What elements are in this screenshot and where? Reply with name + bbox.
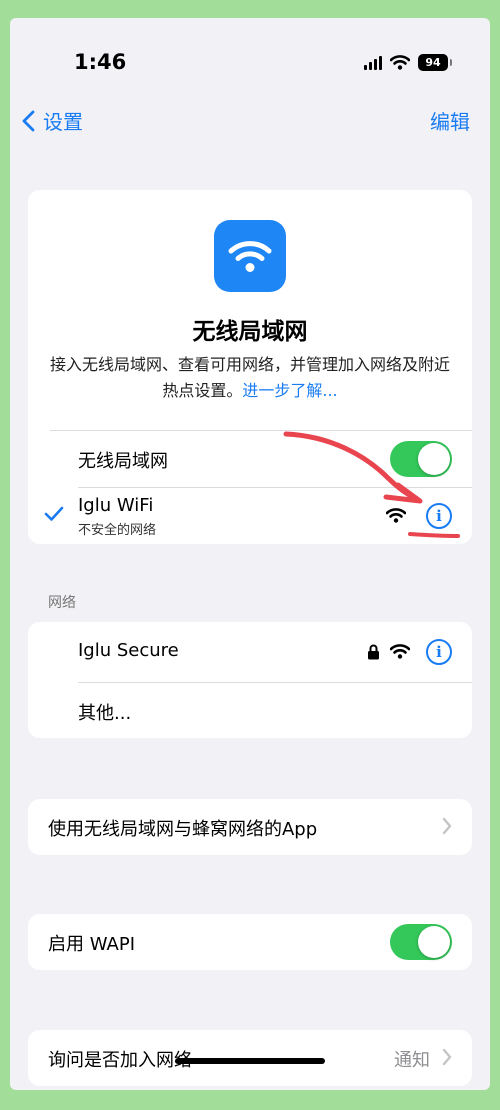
other-network-label: 其他... <box>78 703 132 724</box>
chevron-right-icon <box>442 1048 452 1066</box>
ask-to-join-value: 通知 <box>394 1050 430 1071</box>
status-time: 1:46 <box>74 50 127 74</box>
page-description: 接入无线局域网、查看可用网络，并管理加入网络及附近热点设置。进一步了解... <box>50 352 450 404</box>
wifi-status-icon <box>390 55 410 70</box>
connected-network-subtitle: 不安全的网络 <box>78 523 157 538</box>
networks-card: Iglu Secure i 其他... <box>28 622 472 738</box>
wifi-app-icon <box>214 220 286 292</box>
connected-network-name: Iglu WiFi <box>78 495 154 516</box>
networks-section-header: 网络 <box>48 595 76 611</box>
connected-network-row[interactable]: Iglu WiFi 不安全的网络 i <box>28 488 472 544</box>
wifi-main-card: 无线局域网 接入无线局域网、查看可用网络，并管理加入网络及附近热点设置。进一步了… <box>28 190 472 544</box>
battery-icon: 94 <box>418 54 452 71</box>
wifi-toggle-label: 无线局域网 <box>78 451 168 472</box>
wapi-toggle[interactable] <box>390 924 452 960</box>
info-icon[interactable]: i <box>426 639 452 665</box>
wifi-toggle[interactable] <box>390 441 452 477</box>
network-row[interactable]: Iglu Secure i <box>28 624 472 680</box>
wapi-row: 启用 WAPI <box>28 914 472 970</box>
cellular-signal-icon <box>364 55 382 70</box>
wifi-signal-icon <box>386 508 406 523</box>
back-label: 设置 <box>43 110 83 134</box>
home-indicator <box>175 1058 325 1064</box>
info-icon[interactable]: i <box>426 503 452 529</box>
lock-icon <box>368 644 379 660</box>
network-name: Iglu Secure <box>78 640 179 661</box>
wifi-toggle-row: 无线局域网 <box>28 431 472 487</box>
other-network-row[interactable]: 其他... <box>28 683 472 739</box>
apps-using-wifi-row[interactable]: 使用无线局域网与蜂窝网络的App <box>28 799 472 855</box>
wapi-label: 启用 WAPI <box>48 934 136 955</box>
apps-row-label: 使用无线局域网与蜂窝网络的App <box>48 819 318 840</box>
status-icons: 94 <box>364 54 452 71</box>
chevron-left-icon <box>22 110 35 131</box>
chevron-right-icon <box>442 817 452 835</box>
edit-button[interactable]: 编辑 <box>430 106 470 135</box>
page-title: 无线局域网 <box>192 319 308 345</box>
checkmark-icon <box>44 506 64 521</box>
ask-to-join-label: 询问是否加入网络 <box>48 1050 192 1071</box>
learn-more-link[interactable]: 进一步了解... <box>242 381 337 400</box>
wifi-signal-icon <box>390 644 410 659</box>
settings-screen: 1:46 94 设置 编辑 无线局域网 接入无线局域网、查看可用网络，并管理加入… <box>10 18 490 1090</box>
back-button[interactable]: 设置 <box>22 106 83 135</box>
